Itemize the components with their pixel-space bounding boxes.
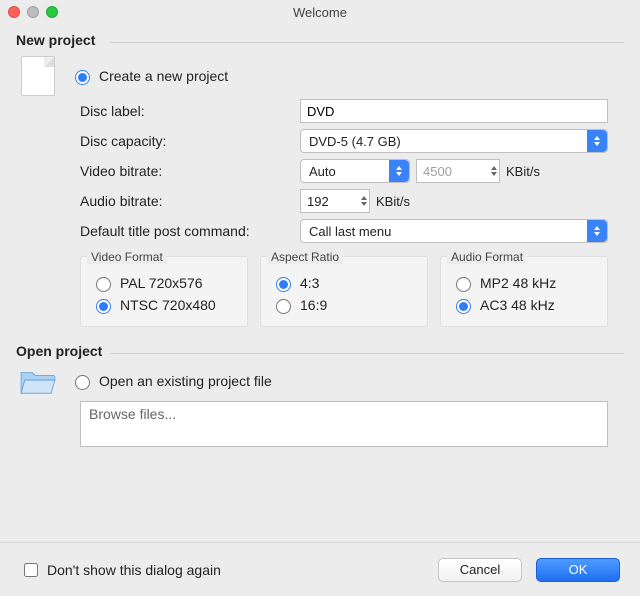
section-new-project-label: New project (16, 32, 95, 48)
footer: Don't show this dialog again Cancel OK (0, 542, 640, 596)
aspect-ratio-title: Aspect Ratio (267, 250, 343, 264)
post-command-label: Default title post command: (80, 223, 300, 239)
create-project-radio-input[interactable] (75, 70, 90, 85)
new-file-icon (21, 56, 55, 96)
section-new-project: New project (0, 24, 640, 50)
audio-format-ac3[interactable]: AC3 48 kHz (451, 294, 597, 316)
video-format-pal[interactable]: PAL 720x576 (91, 272, 237, 294)
open-project-radio[interactable]: Open an existing project file (70, 372, 272, 390)
cancel-button[interactable]: Cancel (438, 558, 522, 582)
post-command-value: Call last menu (309, 224, 391, 239)
browse-files-placeholder: Browse files... (89, 406, 176, 422)
audio-bitrate-label: Audio bitrate: (80, 193, 300, 209)
open-project-radio-input[interactable] (75, 375, 90, 390)
audio-bitrate-unit: KBit/s (376, 194, 410, 209)
create-project-label: Create a new project (99, 68, 228, 84)
video-bitrate-stepper: 4500 (416, 159, 500, 183)
ok-button[interactable]: OK (536, 558, 620, 582)
audio-bitrate-value: 192 (307, 194, 329, 209)
disc-label-label: Disc label: (80, 103, 300, 119)
open-project-label: Open an existing project file (99, 373, 272, 389)
video-format-group: Video Format PAL 720x576 NTSC 720x480 (80, 256, 248, 327)
audio-format-mp2[interactable]: MP2 48 kHz (451, 272, 597, 294)
disc-capacity-label: Disc capacity: (80, 133, 300, 149)
video-bitrate-value: 4500 (423, 164, 452, 179)
video-bitrate-mode-select[interactable]: Auto (300, 159, 410, 183)
post-command-select[interactable]: Call last menu (300, 219, 608, 243)
audio-bitrate-stepper[interactable]: 192 (300, 189, 370, 213)
disc-capacity-select[interactable]: DVD-5 (4.7 GB) (300, 129, 608, 153)
video-bitrate-label: Video bitrate: (80, 163, 300, 179)
create-project-radio[interactable]: Create a new project (70, 67, 228, 85)
video-format-ntsc[interactable]: NTSC 720x480 (91, 294, 237, 316)
aspect-ratio-43[interactable]: 4:3 (271, 272, 417, 294)
disc-capacity-value: DVD-5 (4.7 GB) (309, 134, 401, 149)
browse-files-box[interactable]: Browse files... (80, 401, 608, 447)
chevron-updown-icon (587, 220, 607, 242)
window-title: Welcome (0, 5, 640, 20)
chevron-updown-icon (587, 130, 607, 152)
chevron-updown-icon (389, 160, 409, 182)
aspect-ratio-169[interactable]: 16:9 (271, 294, 417, 316)
audio-format-group: Audio Format MP2 48 kHz AC3 48 kHz (440, 256, 608, 327)
dont-show-checkbox[interactable]: Don't show this dialog again (20, 560, 221, 580)
disc-label-input[interactable] (300, 99, 608, 123)
aspect-ratio-group: Aspect Ratio 4:3 16:9 (260, 256, 428, 327)
dont-show-label: Don't show this dialog again (47, 562, 221, 578)
video-bitrate-mode-value: Auto (309, 164, 336, 179)
section-open-project: Open project (0, 335, 640, 361)
video-format-title: Video Format (87, 250, 167, 264)
section-open-project-label: Open project (16, 343, 102, 359)
folder-open-icon (19, 367, 57, 395)
titlebar: Welcome (0, 0, 640, 24)
video-bitrate-unit: KBit/s (506, 164, 540, 179)
audio-format-title: Audio Format (447, 250, 527, 264)
